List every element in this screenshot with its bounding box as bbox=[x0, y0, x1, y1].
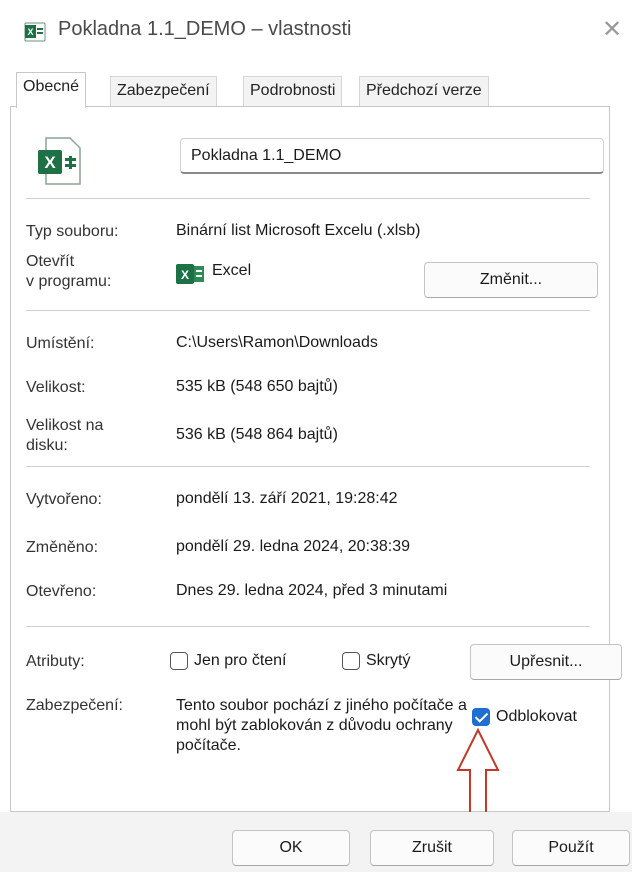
file-type-label: Typ souboru: bbox=[26, 223, 119, 240]
security-label: Zabezpečení: bbox=[26, 697, 123, 714]
accessed-value: Dnes 29. ledna 2024, před 3 minutami bbox=[176, 582, 448, 599]
size-value: 535 kB (548 650 bajtů) bbox=[176, 378, 338, 395]
opens-with-label-line1: Otevřít bbox=[26, 253, 75, 270]
ok-button[interactable]: OK bbox=[232, 830, 350, 866]
security-message: Tento soubor pochází z jiného počítače a… bbox=[176, 697, 467, 754]
cancel-button[interactable]: Zrušit bbox=[370, 830, 494, 866]
unblock-checkbox[interactable] bbox=[472, 708, 490, 726]
tab-general[interactable]: Obecné bbox=[16, 72, 87, 108]
accessed-label: Otevřeno: bbox=[26, 583, 97, 600]
advanced-button[interactable]: Upřesnit... bbox=[470, 644, 622, 680]
close-button[interactable]: ✕ bbox=[596, 14, 628, 46]
size-on-disk-label-line2: disku: bbox=[26, 437, 68, 454]
svg-text:X: X bbox=[44, 153, 56, 172]
readonly-checkbox[interactable] bbox=[170, 652, 188, 670]
unblock-label[interactable]: Odblokovat bbox=[496, 708, 577, 726]
file-type-value: Binární list Microsoft Excelu (.xlsb) bbox=[176, 222, 421, 239]
window-title: Pokladna 1.1_DEMO – vlastnosti bbox=[58, 18, 352, 40]
created-value: pondělí 13. září 2021, 19:28:42 bbox=[176, 490, 398, 507]
svg-text:X: X bbox=[181, 268, 189, 282]
tab-previous-versions[interactable]: Předchozí verze bbox=[359, 76, 489, 106]
created-label: Vytvořeno: bbox=[26, 491, 102, 508]
modified-label: Změněno: bbox=[26, 539, 99, 556]
title-bar: X Pokladna 1.1_DEMO – vlastnosti ✕ bbox=[0, 0, 632, 64]
separator bbox=[26, 626, 590, 627]
change-program-button[interactable]: Změnit... bbox=[424, 262, 598, 298]
separator bbox=[26, 198, 590, 199]
properties-dialog: X Pokladna 1.1_DEMO – vlastnosti ✕ Obecn… bbox=[0, 0, 632, 872]
location-label: Umístění: bbox=[26, 335, 95, 352]
size-on-disk-value: 536 kB (548 864 bajtů) bbox=[176, 426, 338, 443]
hidden-label[interactable]: Skrytý bbox=[366, 652, 410, 670]
readonly-label[interactable]: Jen pro čtení bbox=[194, 652, 287, 670]
opens-with-value: Excel bbox=[212, 262, 252, 279]
tab-details[interactable]: Podrobnosti bbox=[243, 76, 343, 106]
file-name-input[interactable] bbox=[180, 138, 604, 174]
size-label: Velikost: bbox=[26, 379, 86, 396]
tab-strip: Obecné Zabezpečení Podrobnosti Předchozí… bbox=[16, 72, 616, 108]
excel-app-icon: X bbox=[176, 264, 204, 284]
excel-file-icon: X bbox=[38, 137, 81, 185]
excel-file-icon: X bbox=[24, 22, 46, 42]
separator bbox=[26, 310, 590, 311]
size-on-disk-label-line1: Velikost na bbox=[26, 417, 104, 434]
apply-button[interactable]: Použít bbox=[512, 830, 630, 866]
location-value: C:\Users\Ramon\Downloads bbox=[176, 334, 378, 351]
attributes-label: Atributy: bbox=[26, 653, 85, 670]
svg-text:X: X bbox=[27, 27, 33, 37]
hidden-checkbox[interactable] bbox=[342, 652, 360, 670]
tab-security[interactable]: Zabezpečení bbox=[110, 76, 217, 106]
separator bbox=[26, 466, 590, 467]
opens-with-label-line2: v programu: bbox=[26, 273, 112, 290]
modified-value: pondělí 29. ledna 2024, 20:38:39 bbox=[176, 538, 410, 555]
